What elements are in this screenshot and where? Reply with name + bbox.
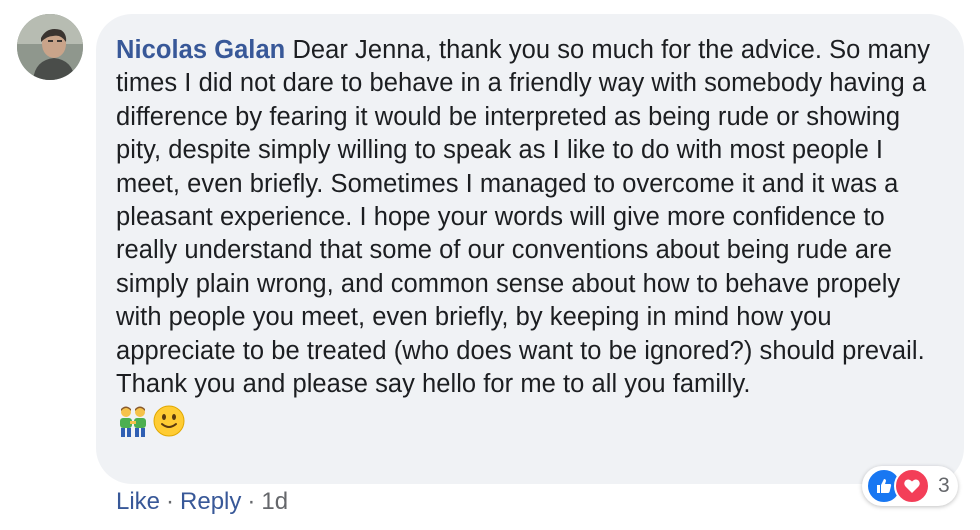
comment-text: Dear Jenna, thank you so much for the ad… — [116, 36, 931, 399]
action-separator: · — [166, 488, 175, 515]
avatar[interactable] — [17, 14, 83, 80]
reactions-summary[interactable]: 3 — [862, 466, 958, 506]
comment-actions: Like · Reply · 1d — [116, 487, 288, 517]
people-holding-hands-emoji — [116, 404, 150, 438]
comment-bubble: Nicolas Galan Dear Jenna, thank you so m… — [96, 14, 964, 484]
author-name[interactable]: Nicolas Galan — [116, 36, 285, 64]
emoji-row — [116, 403, 942, 439]
love-icon — [894, 468, 930, 504]
like-button[interactable]: Like — [116, 487, 160, 517]
comment: Nicolas Galan Dear Jenna, thank you so m… — [0, 0, 980, 530]
comment-body: Nicolas Galan Dear Jenna, thank you so m… — [116, 34, 942, 401]
reply-button[interactable]: Reply — [180, 487, 241, 517]
reaction-count: 3 — [938, 474, 950, 497]
slightly-smiling-face-emoji — [152, 404, 186, 438]
action-separator: · — [247, 488, 256, 515]
timestamp[interactable]: 1d — [261, 487, 288, 517]
profile-photo-icon — [17, 14, 83, 80]
